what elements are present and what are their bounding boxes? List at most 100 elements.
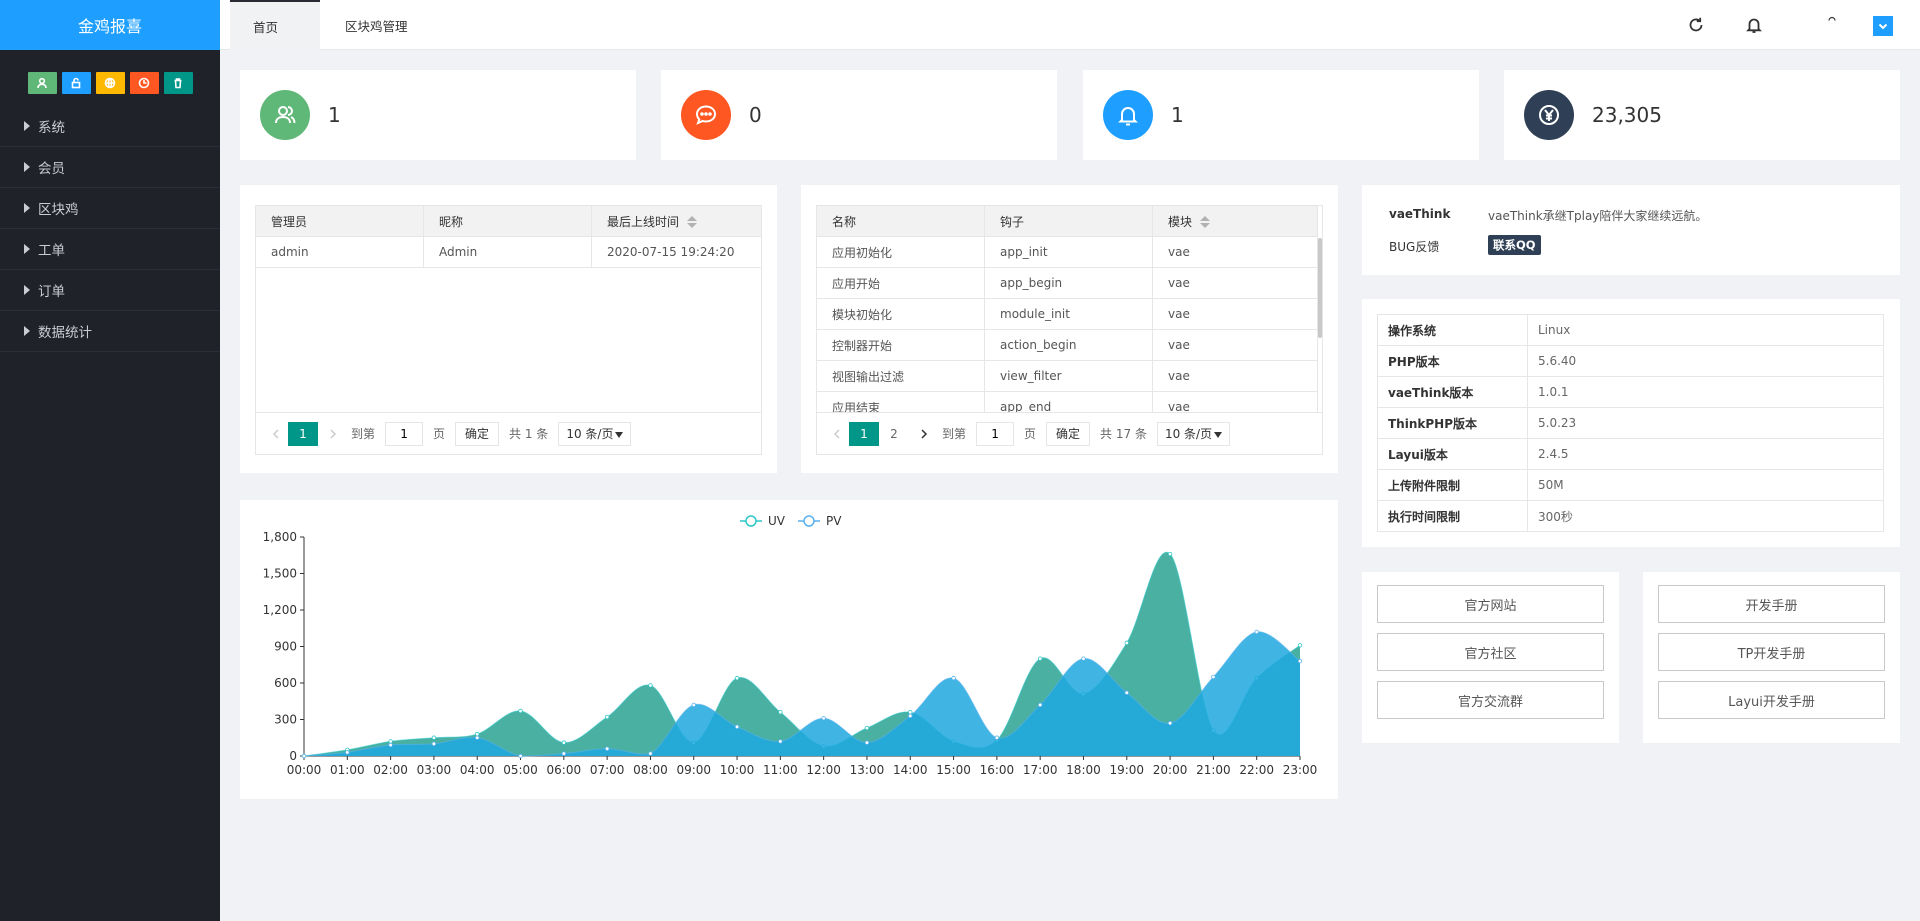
tp-dev-manual-button[interactable]: TP开发手册 xyxy=(1658,633,1885,671)
table-cell: 应用结束 xyxy=(817,391,985,413)
sidebar-item-blockchicken[interactable]: 区块鸡 xyxy=(0,188,220,229)
stat-value: 0 xyxy=(749,103,762,127)
info-value: 5.0.23 xyxy=(1527,407,1884,439)
data-point-pv xyxy=(475,735,480,740)
x-tick-label: 14:00 xyxy=(893,763,928,777)
dropdown-icon[interactable] xyxy=(1873,16,1893,36)
globe-icon[interactable] xyxy=(95,72,125,94)
contact-qq-button[interactable]: 联系QQ xyxy=(1488,235,1541,255)
goto-confirm-button[interactable]: 确定 xyxy=(455,421,500,446)
layui-dev-manual-button[interactable]: Layui开发手册 xyxy=(1658,681,1885,719)
per-page-select[interactable]: 10 条/页 xyxy=(1156,421,1230,446)
x-tick-label: 17:00 xyxy=(1023,763,1058,777)
table-cell: vae xyxy=(1152,267,1318,299)
info-key: 操作系统 xyxy=(1377,314,1528,346)
data-point-uv xyxy=(908,709,913,715)
chevron-down-icon xyxy=(615,431,624,438)
data-point-pv xyxy=(1254,629,1259,635)
data-point-pv xyxy=(864,740,870,745)
table-cell: app_begin xyxy=(984,267,1153,299)
total-count: 共 17 条 xyxy=(1100,427,1147,441)
next-page-icon[interactable] xyxy=(323,428,343,440)
table-row: 执行时间限制 300秒 xyxy=(1377,500,1884,532)
links-panel-right: 开发手册 TP开发手册 Layui开发手册 xyxy=(1643,572,1900,743)
app-logo[interactable]: 金鸡报喜 xyxy=(0,0,220,50)
next-page-icon[interactable] xyxy=(914,428,934,440)
table-cell: vae xyxy=(1152,298,1318,330)
table-row[interactable]: 视图输出过滤 view_filter vae xyxy=(817,360,1318,392)
goto-confirm-button[interactable]: 确定 xyxy=(1046,421,1091,446)
column-header[interactable]: 管理员 xyxy=(255,205,424,237)
page-number-current[interactable]: 1 xyxy=(288,421,318,446)
data-point-pv xyxy=(1297,658,1303,664)
prev-page-icon[interactable] xyxy=(266,428,286,440)
sidebar-item-statistics[interactable]: 数据统计 xyxy=(0,311,220,352)
total-count: 共 1 条 xyxy=(509,427,549,441)
table-row[interactable]: 应用结束 app_end vae xyxy=(817,391,1318,413)
table-row[interactable]: 应用开始 app_begin vae xyxy=(817,267,1318,299)
sidebar-item-members[interactable]: 会员 xyxy=(0,147,220,188)
data-point-uv xyxy=(1037,656,1043,661)
goto-label: 到第 xyxy=(351,427,376,441)
stat-value: 23,305 xyxy=(1592,103,1662,127)
sort-icon[interactable] xyxy=(687,216,698,228)
official-chat-group-button[interactable]: 官方交流群 xyxy=(1377,681,1604,719)
x-tick-label: 20:00 xyxy=(1153,763,1188,777)
table-row[interactable]: admin Admin 2020-07-15 19:24:20 xyxy=(255,236,762,268)
official-community-button[interactable]: 官方社区 xyxy=(1377,633,1604,671)
bell-icon[interactable] xyxy=(1742,13,1766,37)
sidebar-item-tickets[interactable]: 工单 xyxy=(0,229,220,270)
table-row[interactable]: 控制器开始 action_begin vae xyxy=(817,329,1318,361)
caret-right-icon xyxy=(24,203,30,213)
user-menu-indicator[interactable] xyxy=(1820,13,1844,37)
column-header[interactable]: 钩子 xyxy=(984,206,1153,237)
column-header[interactable]: 昵称 xyxy=(423,205,592,237)
sort-icon[interactable] xyxy=(1200,216,1211,228)
hooks-table-scroll[interactable]: 名称 钩子 模块 应用初始化 app_init vae 应用开始 app_begin v… xyxy=(817,206,1322,413)
tab-home[interactable]: 首页 xyxy=(230,0,320,50)
traffic-chart[interactable]: 0 300 600 900 1,200 1,500 1,800 00:00 01:00 02:00… xyxy=(240,500,1338,799)
official-site-button[interactable]: 官方网站 xyxy=(1377,585,1604,623)
user-icon[interactable] xyxy=(27,72,57,94)
sidebar-item-label: 系统 xyxy=(38,120,65,136)
info-key: PHP版本 xyxy=(1377,345,1528,377)
x-tick-label: 15:00 xyxy=(936,763,971,777)
bell-icon xyxy=(1103,90,1153,140)
stat-card-admins: 1 xyxy=(240,70,636,160)
dev-manual-button[interactable]: 开发手册 xyxy=(1658,585,1885,623)
tab-blockchicken-manage[interactable]: 区块鸡管理 xyxy=(320,0,430,50)
table-row[interactable]: 模块初始化 module_init vae xyxy=(817,298,1318,330)
chevron-down-icon xyxy=(1213,431,1222,438)
stat-value: 1 xyxy=(1171,103,1184,127)
prev-page-icon[interactable] xyxy=(827,428,847,440)
table-row: vaeThink版本 1.0.1 xyxy=(1377,376,1884,408)
trash-icon[interactable] xyxy=(163,72,193,94)
scrollbar-thumb[interactable] xyxy=(1318,238,1322,338)
refresh-icon[interactable] xyxy=(1684,13,1708,37)
admin-pager: 1 到第 页 确定 共 1 条 10 条/页 xyxy=(256,412,761,454)
table-row[interactable]: 应用初始化 app_init vae xyxy=(817,236,1318,268)
column-header[interactable]: 名称 xyxy=(817,206,985,237)
info-key: vaeThink版本 xyxy=(1377,376,1528,408)
clock-icon[interactable] xyxy=(129,72,159,94)
column-header-sortable[interactable]: 最后上线时间 xyxy=(591,205,762,237)
goto-label: 到第 xyxy=(942,427,967,441)
caret-right-icon xyxy=(24,285,30,295)
page-number-current[interactable]: 1 xyxy=(849,421,879,446)
sidebar-item-system[interactable]: 系统 xyxy=(0,106,220,147)
hooks-table-wrap: 名称 钩子 模块 应用初始化 app_init vae 应用开始 app_begin v… xyxy=(816,205,1323,455)
x-tick-label: 09:00 xyxy=(676,763,711,777)
per-page-select[interactable]: 10 条/页 xyxy=(558,421,632,446)
goto-page-input[interactable] xyxy=(976,421,1015,446)
x-tick-label: 16:00 xyxy=(980,763,1015,777)
sidebar-item-orders[interactable]: 订单 xyxy=(0,270,220,311)
column-header-sortable[interactable]: 模块 xyxy=(1152,206,1318,237)
lock-icon[interactable] xyxy=(61,72,91,94)
page-number[interactable]: 2 xyxy=(879,422,909,446)
y-tick-label: 1,500 xyxy=(263,567,297,581)
data-point-pv xyxy=(1124,690,1129,695)
admin-table-wrap: 管理员 昵称 最后上线时间 admin Admin 2020-07-15 19:… xyxy=(255,205,762,455)
x-tick-label: 06:00 xyxy=(547,763,582,777)
goto-page-input[interactable] xyxy=(385,421,424,446)
table-cell: vae xyxy=(1152,360,1318,392)
